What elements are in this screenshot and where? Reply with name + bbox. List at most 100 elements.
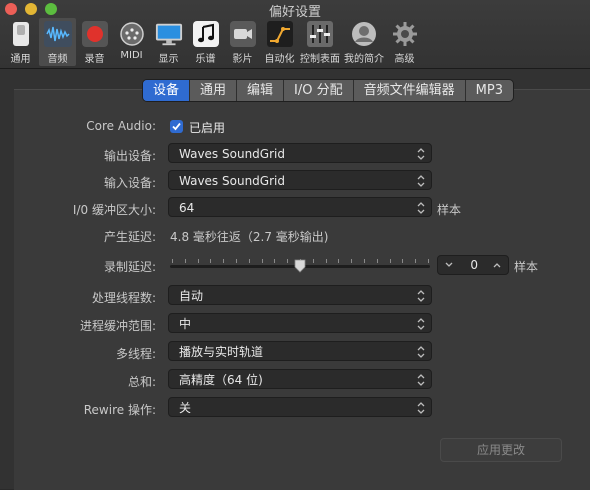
slider-tick bbox=[428, 259, 429, 263]
latency-label: 产生延迟: bbox=[103, 230, 156, 244]
record-delay-stepper[interactable]: 0 bbox=[437, 255, 509, 275]
chevron-up-down-icon bbox=[417, 346, 425, 358]
toolbar-label: 自动化 bbox=[264, 54, 295, 65]
rewire-label: Rewire 操作: bbox=[83, 403, 156, 417]
process-threads-label: 处理线程数: bbox=[91, 291, 156, 305]
toolbar-label: 通用 bbox=[10, 54, 31, 65]
process-buffer-range-select[interactable]: 中 bbox=[168, 313, 432, 333]
slider-tick bbox=[376, 259, 378, 263]
toolbar-item-control-surface[interactable]: 控制表面 bbox=[298, 18, 342, 66]
slider-tick bbox=[325, 259, 327, 263]
chevron-up-down-icon bbox=[417, 374, 425, 386]
slider-tick bbox=[236, 259, 237, 263]
toolbar-label: 高级 bbox=[394, 54, 415, 65]
multithreading-value: 播放与实时轨道 bbox=[179, 345, 264, 359]
record-delay-value: 0 bbox=[470, 258, 478, 272]
profile-icon bbox=[350, 20, 378, 48]
record-delay-unit: 样本 bbox=[514, 260, 539, 274]
input-device-select[interactable]: Waves SoundGrid bbox=[168, 170, 432, 190]
toolbar-item-advanced[interactable]: 高级 bbox=[386, 18, 423, 66]
summing-select[interactable]: 高精度（64 位) bbox=[168, 369, 432, 389]
toolbar-label: 我的简介 bbox=[344, 54, 384, 65]
output-device-select[interactable]: Waves SoundGrid bbox=[168, 143, 432, 163]
tab-general[interactable]: 通用 bbox=[190, 80, 238, 101]
chevron-up-down-icon bbox=[417, 175, 425, 187]
tab-io-assignments[interactable]: I/O 分配 bbox=[284, 80, 354, 101]
tab-bar: 设备 通用 编辑 I/O 分配 音频文件编辑器 MP3 bbox=[142, 79, 514, 102]
record-delay-slider-knob[interactable] bbox=[294, 259, 306, 273]
film-camera-icon bbox=[229, 20, 257, 48]
core-audio-enabled-label: 已启用 bbox=[189, 121, 226, 135]
toolbar-item-general[interactable]: 通用 bbox=[2, 18, 39, 66]
process-threads-select[interactable]: 自动 bbox=[168, 285, 432, 305]
toolbar-item-movie[interactable]: 影片 bbox=[224, 18, 261, 66]
slider-tick bbox=[402, 259, 404, 263]
toolbar-item-midi[interactable]: MIDI bbox=[113, 18, 150, 66]
toolbar-label: 录音 bbox=[84, 54, 105, 65]
io-buffer-unit: 样本 bbox=[437, 203, 462, 217]
core-audio-label: Core Audio: bbox=[86, 119, 156, 133]
summing-value: 高精度（64 位) bbox=[179, 373, 263, 387]
io-buffer-value: 64 bbox=[179, 201, 195, 215]
display-icon bbox=[155, 20, 183, 48]
automation-curve-icon bbox=[266, 20, 294, 48]
input-device-value: Waves SoundGrid bbox=[179, 174, 285, 188]
output-device-value: Waves SoundGrid bbox=[179, 147, 285, 161]
chevron-up-down-icon bbox=[417, 318, 425, 330]
chevron-up-down-icon bbox=[417, 290, 425, 302]
slider-tick bbox=[197, 259, 199, 263]
toolbar-item-automation[interactable]: 自动化 bbox=[261, 18, 298, 66]
chevron-down-icon[interactable] bbox=[444, 258, 454, 272]
apply-changes-button[interactable]: 应用更改 bbox=[440, 438, 562, 462]
core-audio-checkbox[interactable] bbox=[170, 120, 183, 133]
slider-tick bbox=[351, 259, 353, 263]
chevron-up-down-icon bbox=[417, 402, 425, 414]
multithreading-select[interactable]: 播放与实时轨道 bbox=[168, 341, 432, 361]
slider-tick bbox=[274, 259, 276, 263]
tab-editing[interactable]: 编辑 bbox=[237, 80, 285, 101]
latency-value: 4.8 毫秒往返（2.7 毫秒输出) bbox=[170, 230, 329, 244]
preferences-window: 偏好设置 通用 音频 录音 MIDI 显示 乐谱 影片 自动化 控制表面 我的简… bbox=[0, 0, 590, 490]
slider-tick bbox=[223, 259, 225, 263]
record-icon bbox=[81, 20, 109, 48]
multithreading-label: 多线程: bbox=[115, 347, 156, 361]
toolbar-item-score[interactable]: 乐谱 bbox=[187, 18, 224, 66]
chevron-up-icon[interactable] bbox=[492, 258, 502, 272]
toolbar-label: MIDI bbox=[120, 50, 143, 61]
waveform-icon bbox=[43, 20, 72, 48]
midi-icon bbox=[118, 20, 146, 48]
chevron-up-down-icon bbox=[417, 202, 425, 214]
tab-audio-file-editor[interactable]: 音频文件编辑器 bbox=[354, 80, 466, 101]
summing-label: 总和: bbox=[127, 375, 156, 389]
input-device-label: 输入设备: bbox=[103, 176, 156, 190]
process-buffer-range-value: 中 bbox=[179, 317, 192, 331]
slider-tick bbox=[172, 259, 173, 263]
toolbar-label: 乐谱 bbox=[195, 54, 216, 65]
rewire-select[interactable]: 关 bbox=[168, 397, 432, 417]
title-bar: 偏好设置 通用 音频 录音 MIDI 显示 乐谱 影片 自动化 控制表面 我的简… bbox=[0, 0, 590, 69]
gear-icon bbox=[391, 20, 419, 48]
tab-mp3[interactable]: MP3 bbox=[466, 80, 513, 101]
toolbar-label: 影片 bbox=[232, 54, 253, 65]
io-buffer-select[interactable]: 64 bbox=[168, 197, 432, 217]
rewire-value: 关 bbox=[179, 401, 192, 415]
toolbar-label: 音频 bbox=[47, 54, 68, 65]
chevron-up-down-icon bbox=[417, 148, 425, 160]
toolbar-item-my-profile[interactable]: 我的简介 bbox=[342, 18, 386, 66]
switch-icon bbox=[7, 20, 35, 48]
slider-tick bbox=[184, 259, 186, 263]
tab-devices[interactable]: 设备 bbox=[143, 80, 191, 101]
process-threads-value: 自动 bbox=[179, 289, 204, 303]
slider-tick bbox=[210, 259, 212, 263]
slider-tick bbox=[287, 259, 289, 263]
process-buffer-range-label: 进程缓冲范围: bbox=[79, 319, 156, 333]
toolbar-label: 控制表面 bbox=[300, 54, 340, 65]
toolbar-item-display[interactable]: 显示 bbox=[150, 18, 187, 66]
io-buffer-label: I/0 缓冲区大小: bbox=[72, 203, 156, 217]
preferences-toolbar: 通用 音频 录音 MIDI 显示 乐谱 影片 自动化 控制表面 我的简介 高级 bbox=[2, 18, 423, 68]
slider-tick bbox=[389, 259, 391, 263]
toolbar-item-audio[interactable]: 音频 bbox=[39, 18, 76, 66]
toolbar-item-record[interactable]: 录音 bbox=[76, 18, 113, 66]
checkmark-icon bbox=[172, 122, 181, 131]
output-device-label: 输出设备: bbox=[103, 149, 156, 163]
